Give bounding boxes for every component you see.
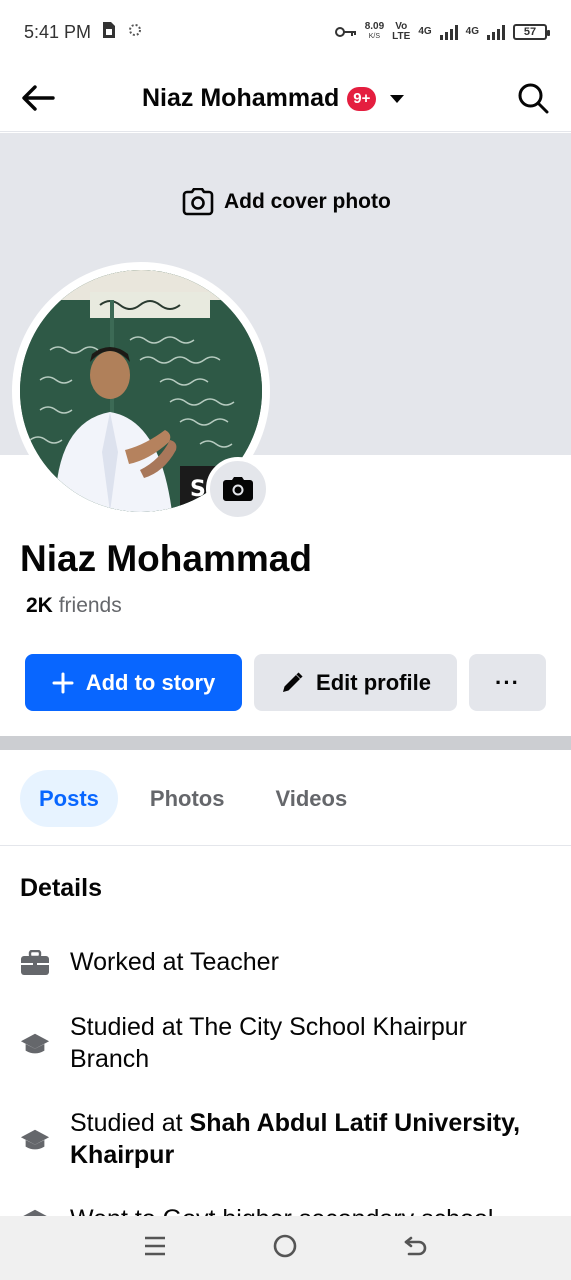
status-bar: 5:41 PM 8.09 K/S Vo LTE 4G 4G 57 (0, 0, 571, 64)
nav-title: Niaz Mohammad (142, 84, 340, 112)
tab-videos[interactable]: Videos (256, 770, 366, 827)
plus-icon (52, 672, 74, 693)
signal-icon (487, 24, 505, 40)
tabs-divider (0, 845, 571, 846)
net-speed: 8.09 K/S (364, 21, 385, 41)
back-nav-button[interactable] (403, 1234, 429, 1263)
graduation-cap-icon (20, 1029, 50, 1059)
add-to-story-button[interactable]: Add to story (25, 654, 242, 711)
top-navigation: Niaz Mohammad 9+ (0, 64, 571, 132)
tab-posts[interactable]: Posts (20, 770, 118, 827)
settings-icon (127, 22, 143, 43)
section-divider (0, 736, 571, 750)
change-profile-picture-button[interactable] (206, 457, 270, 521)
vpn-key-icon (334, 22, 357, 43)
more-options-button[interactable]: ··· (469, 654, 546, 711)
back-arrow-icon (404, 1236, 426, 1255)
tab-photos[interactable]: Photos (131, 770, 244, 827)
caret-down-icon (390, 94, 405, 103)
search-icon (518, 83, 549, 114)
camera-icon (223, 477, 253, 501)
network-type-2: 4G (465, 26, 479, 37)
circle-home-icon (273, 1234, 296, 1257)
signal-icon (439, 24, 458, 40)
network-type-1: 4G (418, 26, 432, 37)
back-button[interactable] (18, 78, 58, 118)
search-button[interactable] (515, 80, 551, 116)
add-cover-label: Add cover photo (224, 190, 391, 213)
home-button[interactable] (272, 1233, 298, 1264)
menu-icon (144, 1236, 165, 1255)
friends-count[interactable]: 2K friends (26, 594, 122, 618)
system-navigation-bar (0, 1216, 571, 1280)
camera-icon (182, 188, 214, 216)
add-cover-photo-button[interactable]: Add cover photo (182, 188, 391, 216)
notification-badge: 9+ (347, 86, 377, 111)
arrow-left-icon (22, 85, 55, 111)
edit-profile-button[interactable]: Edit profile (254, 654, 457, 711)
detail-item-education[interactable]: Studied at The City School Khairpur Bran… (20, 1011, 540, 1075)
pencil-icon (283, 671, 303, 692)
graduation-cap-icon (20, 1125, 50, 1155)
profile-tabs: Posts Photos Videos (20, 770, 366, 827)
briefcase-icon (20, 948, 50, 978)
detail-item-education[interactable]: Studied at Shah Abdul Latif University, … (20, 1107, 540, 1171)
profile-switcher[interactable]: Niaz Mohammad 9+ (142, 84, 405, 113)
battery-icon: 57 (513, 24, 550, 40)
profile-actions: Add to story Edit profile ··· (25, 654, 546, 711)
recent-apps-button[interactable] (143, 1235, 167, 1262)
status-time: 5:41 PM (24, 21, 92, 42)
details-heading: Details (20, 874, 102, 902)
volte-tag: Vo LTE (392, 21, 411, 42)
detail-item-work[interactable]: Worked at Teacher (20, 946, 540, 978)
profile-name: Niaz Mohammad (20, 538, 312, 579)
sim-icon (101, 21, 117, 44)
